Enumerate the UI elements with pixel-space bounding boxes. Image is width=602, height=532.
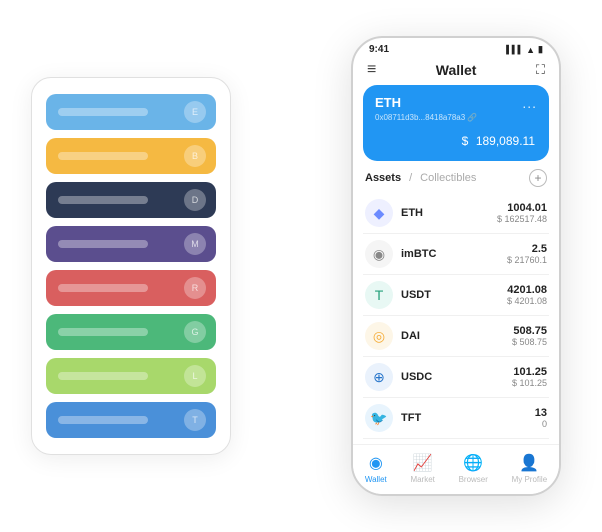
asset-icon: T	[365, 281, 393, 309]
nav-icon: ◉	[369, 453, 383, 473]
asset-usd: $ 101.25	[512, 378, 547, 388]
eth-card: ETH ... 0x08711d3b...8418a78a3 🔗 $ 189,0…	[363, 85, 549, 161]
assets-tabs-left: Assets / Collectibles	[365, 172, 476, 184]
card-dot: E	[184, 101, 206, 123]
asset-icon: ◆	[365, 199, 393, 227]
nav-icon: 🌐	[463, 453, 483, 473]
wifi-icon: ▲	[526, 45, 535, 55]
card-inner-bar	[58, 416, 148, 424]
card-item[interactable]: B	[46, 138, 216, 174]
asset-usd: $ 162517.48	[497, 214, 547, 224]
asset-usd: $ 21760.1	[507, 255, 547, 265]
card-dot: T	[184, 409, 206, 431]
nav-icon: 📈	[413, 453, 433, 473]
nav-item-market[interactable]: 📈 Market	[410, 453, 434, 484]
card-inner-bar	[58, 152, 148, 160]
asset-values: 13 0	[535, 407, 547, 429]
card-inner-bar	[58, 328, 148, 336]
asset-name: USDC	[401, 371, 512, 383]
eth-card-address: 0x08711d3b...8418a78a3 🔗	[375, 113, 537, 122]
asset-name: DAI	[401, 330, 512, 342]
asset-amount: 508.75	[512, 325, 547, 337]
asset-item[interactable]: ⊕ USDC 101.25 $ 101.25	[363, 357, 549, 398]
asset-amount: 1004.01	[497, 202, 547, 214]
card-item[interactable]: G	[46, 314, 216, 350]
asset-usd: 0	[535, 419, 547, 429]
status-icons: ▌▌▌ ▲ ▮	[506, 44, 543, 55]
asset-icon: 🐦	[365, 404, 393, 432]
expand-icon[interactable]: ⛶	[536, 62, 545, 78]
card-item[interactable]: L	[46, 358, 216, 394]
nav-label: Browser	[459, 475, 488, 484]
status-bar: 9:41 ▌▌▌ ▲ ▮	[353, 38, 559, 57]
tab-separator: /	[409, 172, 412, 184]
card-item[interactable]: T	[46, 402, 216, 438]
card-item[interactable]: D	[46, 182, 216, 218]
card-dot: M	[184, 233, 206, 255]
asset-item[interactable]: ◆ ETH 1004.01 $ 162517.48	[363, 193, 549, 234]
card-dot: R	[184, 277, 206, 299]
tab-assets[interactable]: Assets	[365, 172, 401, 184]
asset-values: 508.75 $ 508.75	[512, 325, 547, 347]
card-inner-bar	[58, 372, 148, 380]
asset-values: 4201.08 $ 4201.08	[507, 284, 547, 306]
time-label: 9:41	[369, 44, 389, 55]
card-item[interactable]: R	[46, 270, 216, 306]
asset-item[interactable]: ◉ imBTC 2.5 $ 21760.1	[363, 234, 549, 275]
nav-item-my-profile[interactable]: 👤 My Profile	[512, 453, 548, 484]
card-item[interactable]: E	[46, 94, 216, 130]
eth-card-balance: $ 189,089.11	[375, 128, 537, 151]
scene: E B D M R G L T 9:41 ▌▌▌ ▲ ▮	[11, 11, 591, 521]
card-item[interactable]: M	[46, 226, 216, 262]
asset-name: TFT	[401, 412, 535, 424]
asset-list: ◆ ETH 1004.01 $ 162517.48 ◉ imBTC 2.5 $ …	[363, 193, 549, 444]
phone-header: ≡ Wallet ⛶	[353, 57, 559, 85]
page-title: Wallet	[436, 62, 477, 78]
card-inner-bar	[58, 108, 148, 116]
nav-label: Market	[410, 475, 434, 484]
card-dot: G	[184, 321, 206, 343]
nav-label: My Profile	[512, 475, 548, 484]
card-inner-bar	[58, 284, 148, 292]
asset-amount: 13	[535, 407, 547, 419]
card-dot: D	[184, 189, 206, 211]
asset-amount: 4201.08	[507, 284, 547, 296]
asset-values: 101.25 $ 101.25	[512, 366, 547, 388]
asset-usd: $ 508.75	[512, 337, 547, 347]
asset-name: ETH	[401, 207, 497, 219]
bottom-nav: ◉ Wallet 📈 Market 🌐 Browser 👤 My Profile	[353, 444, 559, 494]
tab-collectibles[interactable]: Collectibles	[420, 172, 476, 184]
nav-item-browser[interactable]: 🌐 Browser	[459, 453, 488, 484]
asset-icon: ◉	[365, 240, 393, 268]
nav-icon: 👤	[519, 453, 539, 473]
phone: 9:41 ▌▌▌ ▲ ▮ ≡ Wallet ⛶ ETH ... 0x08711d	[351, 36, 561, 496]
asset-item[interactable]: ◎ DAI 508.75 $ 508.75	[363, 316, 549, 357]
battery-icon: ▮	[538, 44, 543, 55]
asset-icon: ⊕	[365, 363, 393, 391]
assets-tabs: Assets / Collectibles +	[363, 169, 549, 187]
asset-values: 1004.01 $ 162517.48	[497, 202, 547, 224]
asset-name: USDT	[401, 289, 507, 301]
menu-icon[interactable]: ≡	[367, 61, 376, 79]
asset-item[interactable]: 🐦 TFT 13 0	[363, 398, 549, 439]
phone-content: ETH ... 0x08711d3b...8418a78a3 🔗 $ 189,0…	[353, 85, 559, 444]
signal-icon: ▌▌▌	[506, 45, 523, 54]
nav-label: Wallet	[365, 475, 387, 484]
eth-card-label: ETH	[375, 95, 401, 110]
asset-amount: 101.25	[512, 366, 547, 378]
card-inner-bar	[58, 240, 148, 248]
eth-card-more[interactable]: ...	[522, 95, 537, 111]
nav-item-wallet[interactable]: ◉ Wallet	[365, 453, 387, 484]
add-asset-button[interactable]: +	[529, 169, 547, 187]
asset-values: 2.5 $ 21760.1	[507, 243, 547, 265]
asset-icon: ◎	[365, 322, 393, 350]
card-stack: E B D M R G L T	[31, 77, 231, 455]
asset-amount: 2.5	[507, 243, 547, 255]
card-dot: L	[184, 365, 206, 387]
card-inner-bar	[58, 196, 148, 204]
asset-usd: $ 4201.08	[507, 296, 547, 306]
asset-name: imBTC	[401, 248, 507, 260]
asset-item[interactable]: T USDT 4201.08 $ 4201.08	[363, 275, 549, 316]
card-dot: B	[184, 145, 206, 167]
